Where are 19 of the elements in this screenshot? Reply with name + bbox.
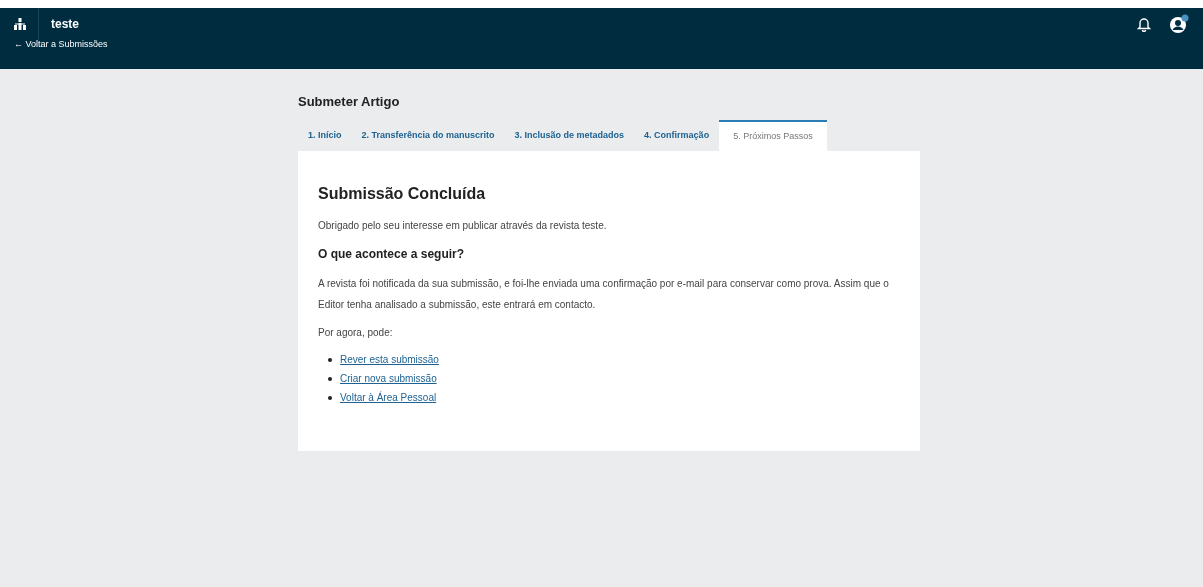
subheading: O que acontece a seguir? [318, 246, 466, 263]
action-link[interactable]: Voltar à Área Pessoal [340, 390, 437, 405]
step-tab[interactable]: 2. Transferência do manuscrito [351, 120, 505, 151]
back-link[interactable]: ← Voltar a Submissões [14, 34, 1189, 54]
action-link[interactable]: Criar nova submissão [340, 371, 437, 386]
page-title: Submeter Artigo [298, 94, 401, 110]
thanks-text: Obrigado pelo seu interesse em publicar através da revista teste. [318, 219, 608, 233]
step-tab[interactable]: 4. Confirmação [634, 120, 720, 151]
body-text: A revista foi notificada da sua submissão, e foi-lhe enviada uma confirmação por e-mail para conservar como prova. Assim que o Editor tenha analisado a submissão, este entrará em contacto. [318, 277, 890, 312]
prompt-text: Por agora, pode: [318, 326, 394, 340]
site-name[interactable]: teste [51, 15, 79, 33]
step-tab[interactable]: 3. Inclusão de metadados [504, 120, 635, 151]
step-tab[interactable]: 1. Início [298, 120, 352, 151]
panel-heading: Submissão Concluída [318, 184, 487, 204]
sitemap-icon[interactable] [14, 18, 26, 30]
step-tab[interactable]: 5. Próximos Passos [719, 120, 827, 151]
bell-icon[interactable] [1137, 16, 1151, 32]
action-link[interactable]: Rever esta submissão [340, 352, 439, 367]
user-avatar-icon[interactable] [1169, 14, 1189, 34]
